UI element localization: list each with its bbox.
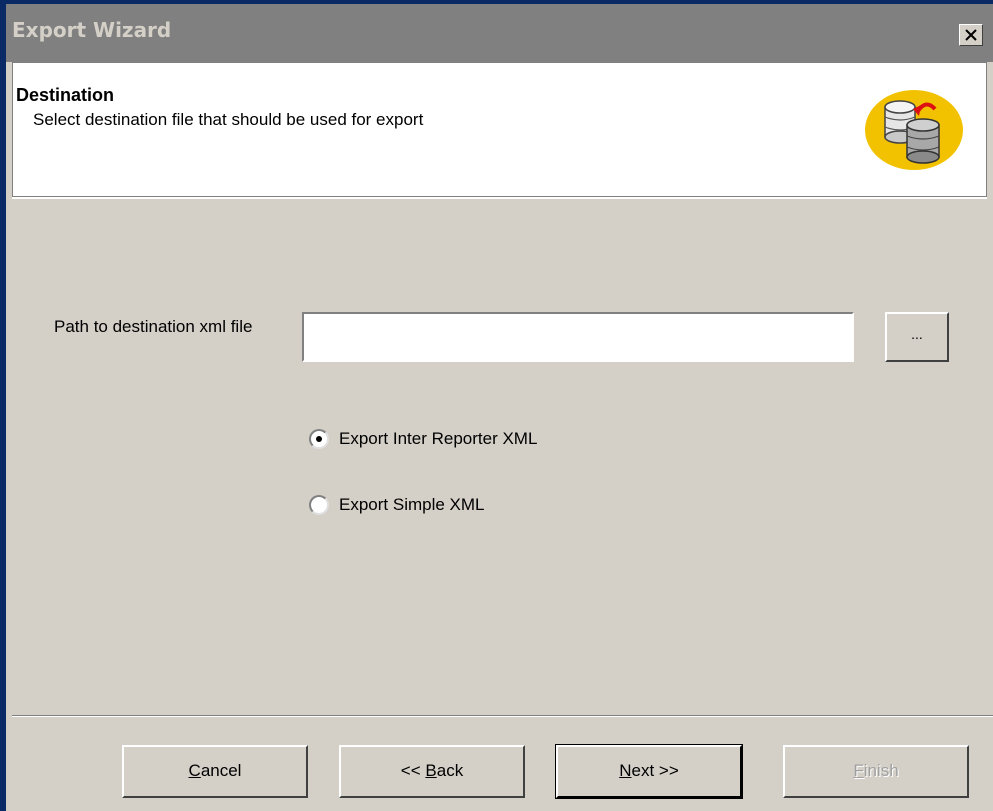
finish-button[interactable]: Finish [783, 745, 969, 798]
close-button[interactable] [959, 24, 983, 46]
radio-export-simple-xml[interactable]: Export Simple XML [309, 495, 485, 515]
browse-button[interactable]: ... [885, 312, 949, 362]
radio-export-inter-reporter-xml[interactable]: Export Inter Reporter XML [309, 429, 537, 449]
header-divider [12, 197, 987, 199]
close-icon [965, 29, 977, 41]
cancel-button[interactable]: Cancel [122, 745, 308, 798]
destination-path-input[interactable] [302, 312, 854, 362]
page-subtitle: Select destination file that should be u… [33, 110, 424, 129]
radio-label: Export Simple XML [339, 495, 485, 514]
title-bar[interactable]: Export Wizard [6, 4, 993, 62]
wizard-header: Destination Select destination file that… [12, 62, 987, 197]
path-label: Path to destination xml file [54, 317, 253, 336]
radio-unchecked-icon[interactable] [309, 495, 329, 515]
back-button[interactable]: << Back [339, 745, 525, 798]
next-button[interactable]: Next >> [555, 744, 743, 799]
database-export-icon [865, 90, 963, 170]
export-wizard-window: Export Wizard Destination Select destina… [0, 0, 993, 811]
page-title: Destination [16, 85, 115, 105]
window-title: Export Wizard [12, 18, 172, 42]
footer-divider-highlight [12, 716, 993, 717]
radio-checked-icon[interactable] [309, 429, 329, 449]
radio-label: Export Inter Reporter XML [339, 429, 538, 448]
